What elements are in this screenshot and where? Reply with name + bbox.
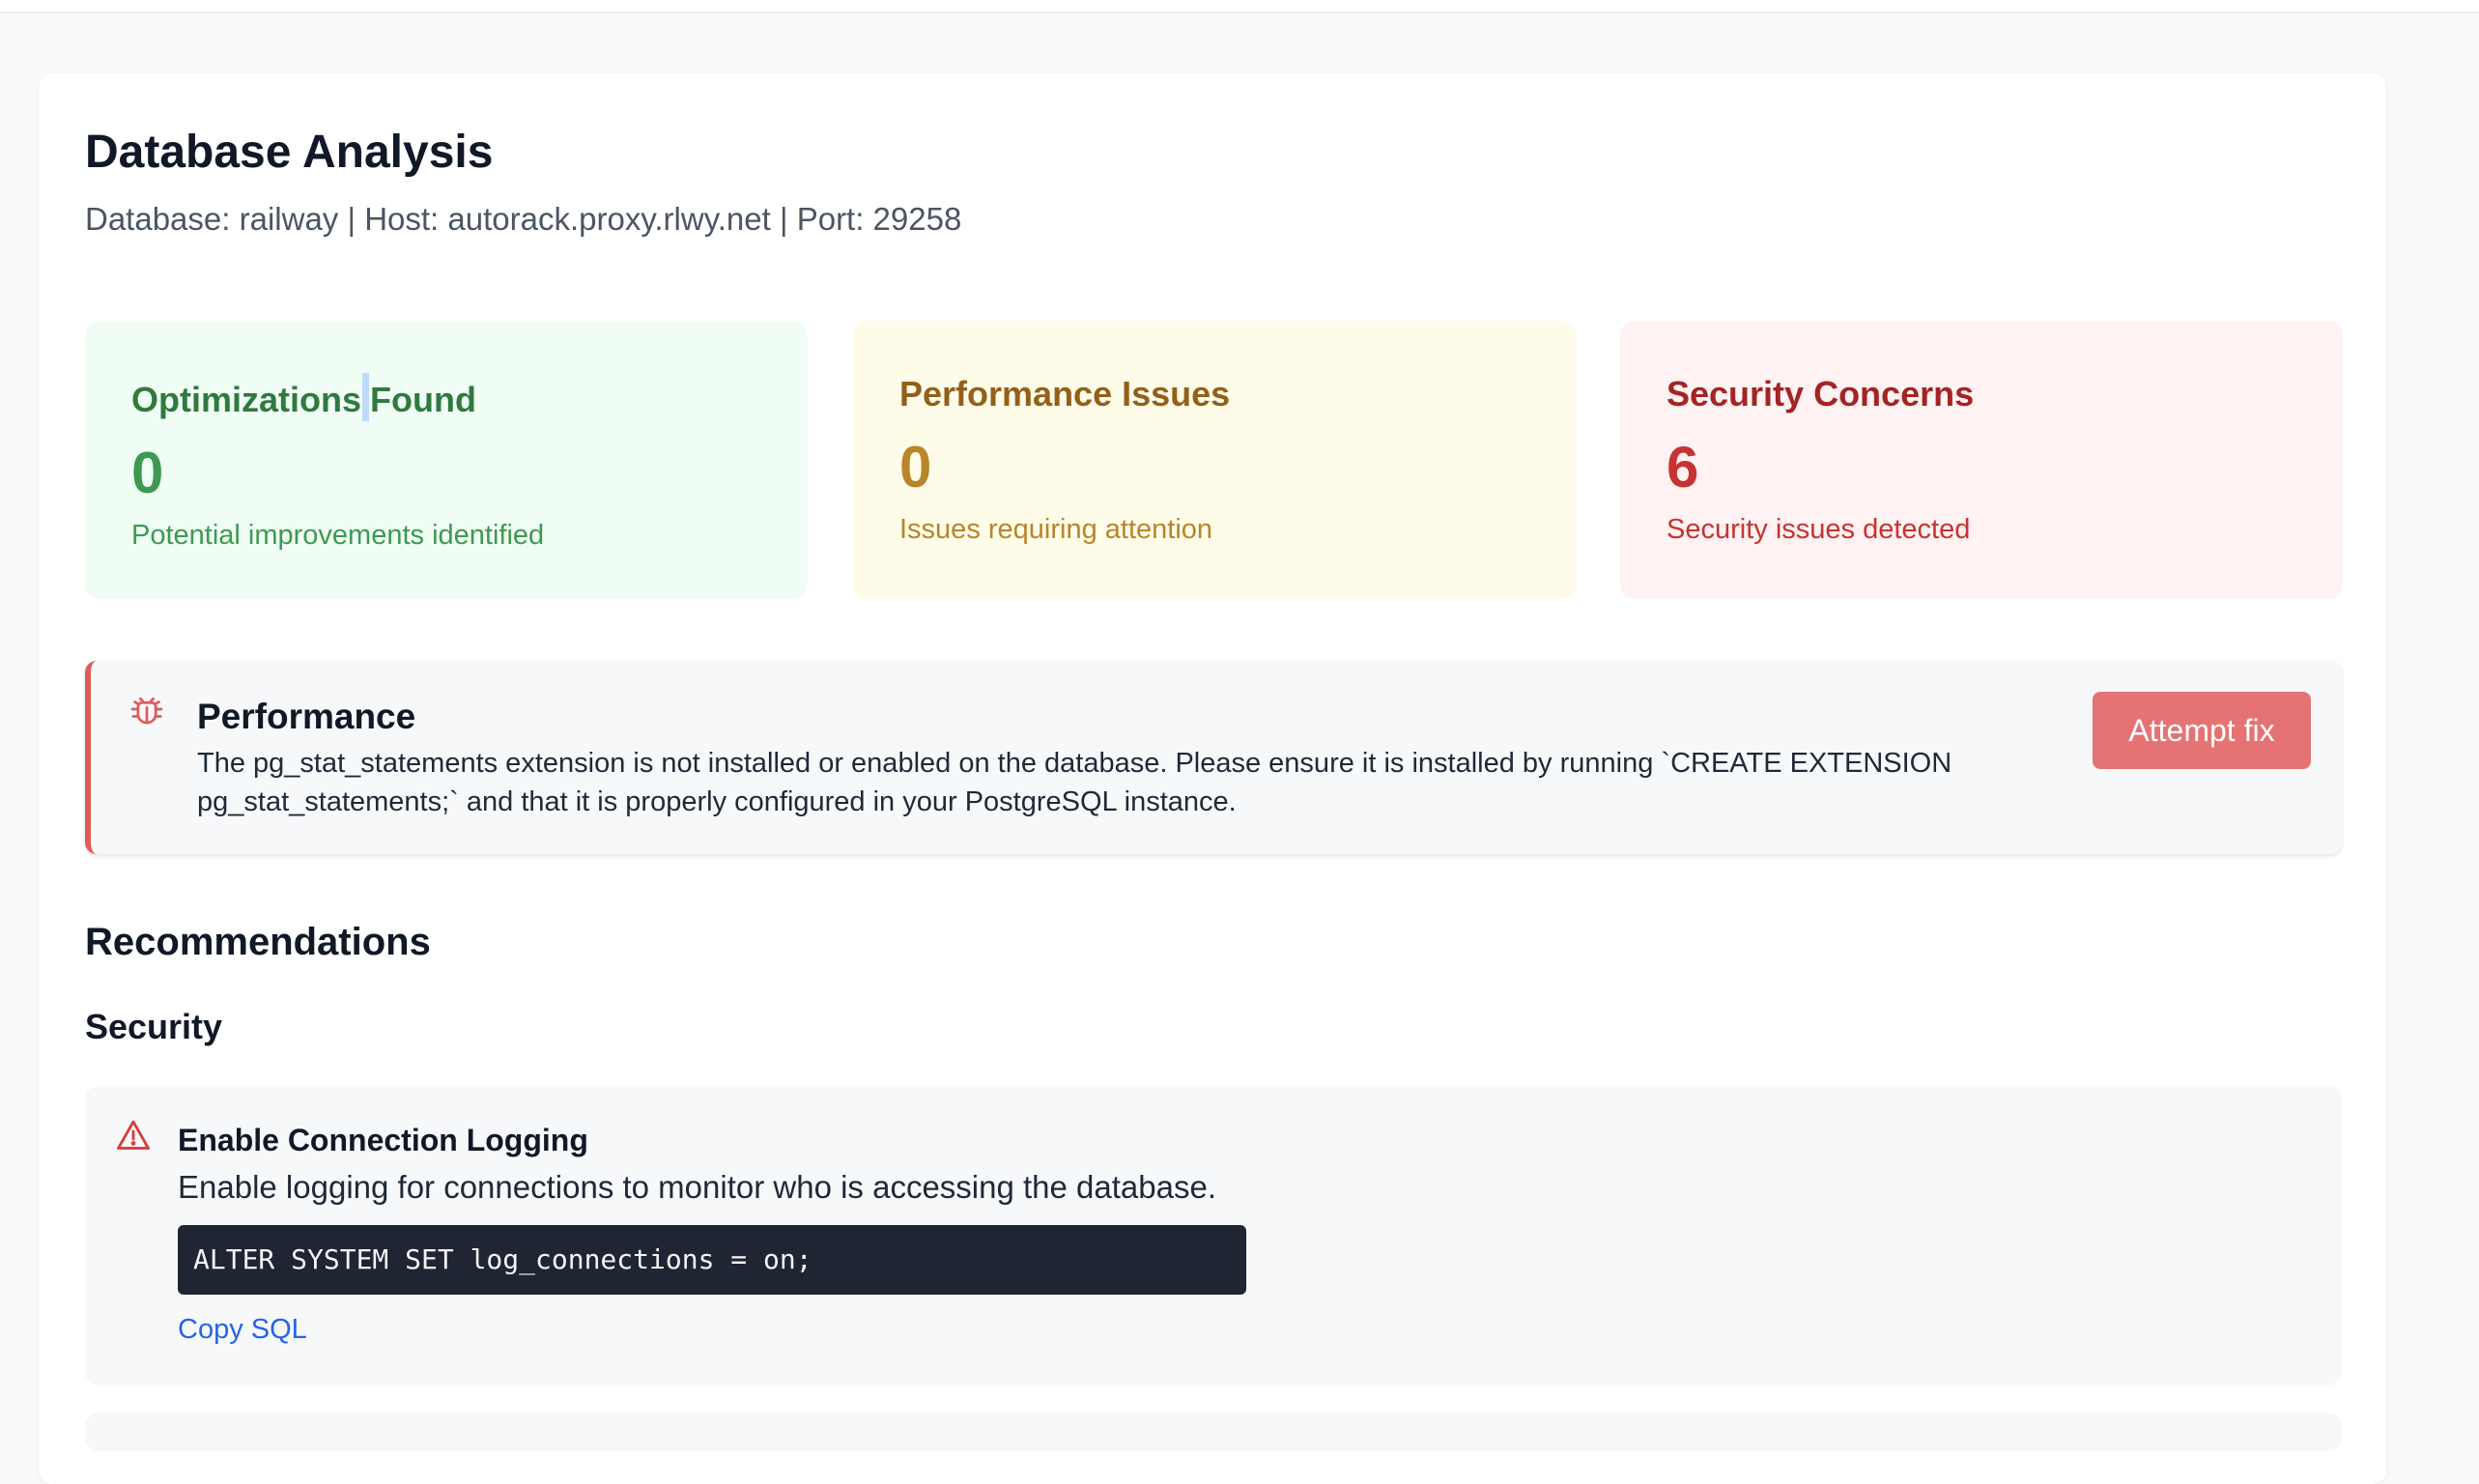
performance-issues-count: 0 bbox=[899, 435, 932, 499]
recommendation-title: Enable Connection Logging bbox=[178, 1123, 588, 1157]
optimizations-title-part2: Found bbox=[370, 380, 476, 419]
attempt-fix-button[interactable]: Attempt fix bbox=[2093, 692, 2311, 769]
text-cursor bbox=[362, 373, 370, 421]
security-concerns-card: Security Concerns 6 Security issues dete… bbox=[1620, 321, 2343, 599]
sql-code-block: ALTER SYSTEM SET log_connections = on; bbox=[178, 1225, 1246, 1295]
performance-issues-card: Performance Issues 0 Issues requiring at… bbox=[853, 321, 1576, 599]
security-concerns-description: Security issues detected bbox=[1667, 514, 1971, 545]
performance-issues-title: Performance Issues bbox=[899, 374, 1231, 414]
optimizations-count: 0 bbox=[131, 441, 164, 505]
performance-issues-description: Issues requiring attention bbox=[899, 514, 1213, 545]
optimizations-card-title: Optimizations Found bbox=[131, 373, 761, 421]
security-concerns-title: Security Concerns bbox=[1667, 374, 1975, 414]
recommendation-description: Enable logging for connections to monito… bbox=[178, 1169, 1216, 1205]
page-title: Database Analysis bbox=[85, 127, 494, 178]
recommendation-card: Enable Connection Logging Enable logging… bbox=[85, 1086, 2342, 1385]
bug-icon bbox=[130, 697, 163, 725]
alert-title: Performance bbox=[197, 697, 416, 736]
optimizations-card: Optimizations Found 0 Potential improveme… bbox=[85, 321, 808, 599]
optimizations-title-part1: Optimizations bbox=[131, 380, 362, 419]
optimizations-description: Potential improvements identified bbox=[131, 520, 545, 551]
connection-info: Database: railway | Host: autorack.proxy… bbox=[85, 201, 962, 237]
security-concerns-count: 6 bbox=[1667, 435, 1699, 499]
performance-alert: Performance The pg_stat_statements exten… bbox=[85, 661, 2342, 854]
copy-sql-link[interactable]: Copy SQL bbox=[178, 1310, 307, 1349]
recommendations-heading: Recommendations bbox=[85, 921, 431, 963]
recommendation-card-next bbox=[85, 1413, 2342, 1451]
top-bar bbox=[0, 0, 2479, 14]
security-heading: Security bbox=[85, 1007, 223, 1046]
alert-message: The pg_stat_statements extension is not … bbox=[197, 748, 1952, 817]
warning-triangle-icon bbox=[117, 1120, 150, 1150]
